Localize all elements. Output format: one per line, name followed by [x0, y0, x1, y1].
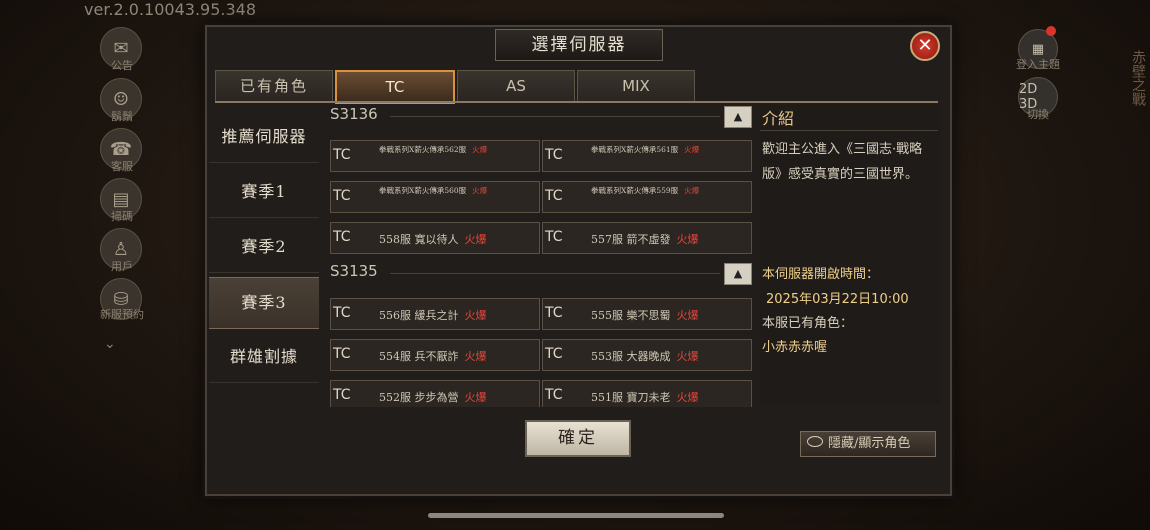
intro-title: 介紹: [762, 109, 795, 128]
hot-badge: 火爆: [676, 350, 699, 363]
tab-mix[interactable]: MIX: [577, 70, 695, 102]
hot-badge: 火爆: [464, 350, 487, 363]
hot-badge: 火爆: [472, 186, 488, 195]
server-item[interactable]: TC 553服 大器晚成 火爆: [542, 339, 752, 371]
open-time-label: 本伺服器開啟時間：: [762, 267, 880, 282]
divider: [390, 273, 720, 274]
right-label-theme: 登入主題: [1016, 58, 1060, 71]
intro-panel: 介紹 歡迎主公進入《三國志·戰略版》感受真實的三國世界。 本伺服器開啟時間： 2…: [760, 105, 940, 405]
server-name: 556服 緩兵之計 火爆: [379, 309, 487, 322]
side-label-user: 用戶: [111, 260, 133, 273]
divider: [390, 116, 720, 117]
server-item[interactable]: TC 551服 寶刀未老 火爆: [542, 380, 752, 407]
hot-badge: 火爆: [684, 186, 700, 195]
hot-badge: 火爆: [464, 309, 487, 322]
server-region: TC: [545, 229, 563, 245]
confirm-button[interactable]: 確定: [525, 420, 631, 457]
server-region: TC: [545, 346, 563, 362]
tab-tc[interactable]: TC: [335, 70, 455, 104]
server-item[interactable]: TC 552服 步步為營 火爆: [330, 380, 540, 407]
server-region: TC: [333, 147, 351, 163]
collapse-arrow-icon[interactable]: ▲: [724, 106, 752, 128]
season-label: S3136: [330, 105, 378, 123]
season-header: S3136 ▲: [330, 105, 754, 128]
notification-dot: [1046, 26, 1056, 36]
hot-badge: 火爆: [472, 145, 488, 154]
server-item[interactable]: TC 558服 寬以待人 火爆: [330, 222, 540, 254]
server-name: 551服 寶刀未老 火爆: [591, 391, 699, 404]
server-region: TC: [545, 188, 563, 204]
side-label-beard: 鬍鬚: [111, 110, 133, 123]
toggle-roles-button[interactable]: 隱藏/顯示角色: [800, 431, 936, 457]
nav-item-warlords[interactable]: 群雄割據: [209, 332, 319, 383]
server-name: 553服 大器晚成 火爆: [591, 350, 699, 363]
role-name: 小赤赤赤喔: [762, 340, 828, 355]
server-region: TC: [333, 387, 351, 403]
nav-item-season3[interactable]: 賽季3: [209, 277, 319, 329]
intro-welcome-text: 歡迎主公進入《三國志·戰略版》感受真實的三國世界。: [762, 142, 923, 182]
server-region: TC: [333, 229, 351, 245]
open-time-value: 2025年03月22日10:00: [766, 292, 909, 307]
eye-icon: [807, 436, 823, 447]
side-label-service: 客服: [111, 160, 133, 173]
chevron-down-icon[interactable]: ⌄: [104, 336, 116, 352]
season-label: S3135: [330, 262, 378, 280]
server-name: 554服 兵不厭詐 火爆: [379, 350, 487, 363]
server-list[interactable]: S3136 ▲ TC 拳戰系列X薪火傳承562服 火爆 TC 拳戰系列X薪火傳承5…: [330, 105, 754, 407]
nav-item-season1[interactable]: 賽季1: [209, 167, 319, 218]
tab-existing-roles[interactable]: 已有角色: [215, 70, 333, 102]
side-label-server: 新服預約: [100, 308, 144, 321]
side-label-announcement: 公告: [111, 59, 133, 72]
hot-badge: 火爆: [464, 233, 487, 246]
server-name: 拳戰系列X薪火傳承559服 火爆: [591, 186, 700, 195]
toggle-roles-label: 隱藏/顯示角色: [828, 436, 911, 451]
roles-label: 本服已有角色：: [762, 316, 854, 331]
right-label-switch: 切換: [1027, 108, 1049, 121]
dialog-title: 選擇伺服器: [495, 29, 663, 61]
server-item[interactable]: TC 557服 箭不虛發 火爆: [542, 222, 752, 254]
version-text: ver.2.0.10043.95.348: [84, 0, 257, 19]
divider: [760, 130, 938, 131]
decorative-calligraphy: 赤壁之戰: [1130, 50, 1146, 106]
server-name: 拳戰系列X薪火傳承562服 火爆: [379, 145, 488, 154]
server-item[interactable]: TC 拳戰系列X薪火傳承561服 火爆: [542, 140, 752, 172]
server-name: 拳戰系列X薪火傳承560服 火爆: [379, 186, 488, 195]
server-region: TC: [333, 346, 351, 362]
server-select-dialog: 選擇伺服器 ✕ 已有角色 TC AS MIX 推薦伺服器 賽季1 賽季2 賽季3…: [205, 25, 952, 496]
server-item[interactable]: TC 拳戰系列X薪火傳承562服 火爆: [330, 140, 540, 172]
server-name: 558服 寬以待人 火爆: [379, 233, 487, 246]
hot-badge: 火爆: [684, 145, 700, 154]
home-indicator[interactable]: [428, 513, 724, 518]
server-item[interactable]: TC 拳戰系列X薪火傳承560服 火爆: [330, 181, 540, 213]
hot-badge: 火爆: [464, 391, 487, 404]
server-region: TC: [545, 387, 563, 403]
season-header: S3135 ▲: [330, 262, 754, 285]
hot-badge: 火爆: [676, 309, 699, 322]
server-item[interactable]: TC 554服 兵不厭詐 火爆: [330, 339, 540, 371]
tab-divider: [215, 101, 938, 103]
close-button[interactable]: ✕: [910, 31, 940, 61]
nav-item-season2[interactable]: 賽季2: [209, 222, 319, 273]
server-region: TC: [333, 305, 351, 321]
server-region: TC: [333, 188, 351, 204]
hot-badge: 火爆: [676, 391, 699, 404]
server-item[interactable]: TC 555服 樂不思蜀 火爆: [542, 298, 752, 330]
server-name: 557服 箭不虛發 火爆: [591, 233, 699, 246]
server-name: 555服 樂不思蜀 火爆: [591, 309, 699, 322]
server-item[interactable]: TC 拳戰系列X薪火傳承559服 火爆: [542, 181, 752, 213]
server-name: 拳戰系列X薪火傳承561服 火爆: [591, 145, 700, 154]
tab-as[interactable]: AS: [457, 70, 575, 102]
server-region: TC: [545, 305, 563, 321]
nav-item-recommended[interactable]: 推薦伺服器: [209, 112, 319, 163]
server-item[interactable]: TC 556服 緩兵之計 火爆: [330, 298, 540, 330]
server-name: 552服 步步為營 火爆: [379, 391, 487, 404]
server-region: TC: [545, 147, 563, 163]
collapse-arrow-icon[interactable]: ▲: [724, 263, 752, 285]
hot-badge: 火爆: [676, 233, 699, 246]
side-label-scan: 掃碼: [111, 210, 133, 223]
